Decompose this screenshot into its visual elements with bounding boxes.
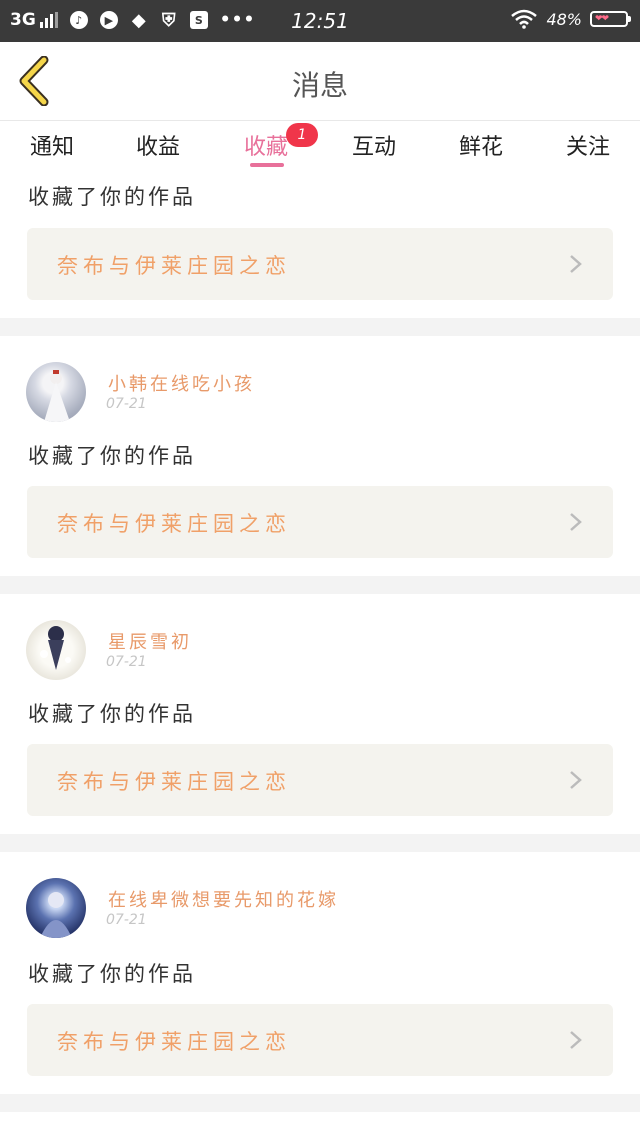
tab-bar: 通知 收益 收藏 互动 鲜花 关注 1	[0, 121, 640, 173]
chevron-right-icon	[570, 513, 582, 531]
action-text: 收藏了你的作品	[28, 185, 196, 209]
tab-flowers[interactable]: 鲜花	[441, 129, 521, 161]
username[interactable]: 小韩在线吃小孩	[108, 370, 255, 396]
avatar-figure	[44, 370, 70, 422]
work-title: 奈布与伊莱庄园之恋	[57, 1030, 291, 1054]
username[interactable]: 在线卑微想要先知的花嫁	[108, 886, 339, 912]
battery-icon: ❤❤	[590, 11, 631, 27]
username[interactable]: 星辰雪初	[108, 628, 192, 654]
chevron-right-icon	[570, 255, 582, 273]
status-right: 48% ❤❤	[510, 9, 631, 29]
chevron-right-icon	[570, 771, 582, 789]
status-bar: 3G ♪ ▶ ◆ ⛨ S ••• 12:51 48% ❤❤	[0, 0, 640, 42]
avatar[interactable]	[26, 620, 86, 680]
date: 07-21	[106, 654, 147, 670]
tab-interactions[interactable]: 互动	[334, 129, 414, 161]
feed-item: 星辰雪初 07-21 收藏了你的作品 奈布与伊莱庄园之恋	[0, 594, 640, 834]
work-title: 奈布与伊莱庄园之恋	[57, 770, 291, 794]
date: 07-21	[106, 912, 147, 928]
work-link[interactable]: 奈布与伊莱庄园之恋	[27, 744, 613, 816]
header: 消息	[0, 42, 640, 121]
chevron-right-icon	[570, 1031, 582, 1049]
work-title: 奈布与伊莱庄园之恋	[57, 512, 291, 536]
active-tab-indicator	[250, 163, 284, 167]
action-text: 收藏了你的作品	[28, 444, 196, 468]
tab-follows[interactable]: 关注	[548, 129, 628, 161]
work-link[interactable]: 奈布与伊莱庄园之恋	[27, 486, 613, 558]
tab-earnings[interactable]: 收益	[118, 129, 198, 161]
avatar-figure	[40, 626, 71, 670]
page-title: 消息	[291, 69, 348, 102]
wifi-icon	[511, 9, 538, 29]
work-title: 奈布与伊莱庄园之恋	[57, 254, 291, 278]
avatar-figure	[40, 892, 72, 938]
feed-item: 小韩在线吃小孩 07-21 收藏了你的作品 奈布与伊莱庄园之恋	[0, 336, 640, 576]
date: 07-21	[106, 396, 147, 412]
feed-item: 在线卑微想要先知的花嫁 07-21 收藏了你的作品 奈布与伊莱庄园之恋	[0, 852, 640, 1094]
tab-notifications[interactable]: 通知	[12, 129, 92, 161]
favorites-badge: 1	[286, 123, 318, 147]
battery-percent: 48%	[546, 9, 582, 29]
action-text: 收藏了你的作品	[28, 702, 196, 726]
work-link[interactable]: 奈布与伊莱庄园之恋	[27, 1004, 613, 1076]
avatar[interactable]	[26, 362, 86, 422]
work-link[interactable]: 奈布与伊莱庄园之恋	[27, 228, 613, 300]
feed-item: 收藏了你的作品 奈布与伊莱庄园之恋	[0, 173, 640, 318]
action-text: 收藏了你的作品	[28, 962, 196, 986]
avatar[interactable]	[26, 878, 86, 938]
